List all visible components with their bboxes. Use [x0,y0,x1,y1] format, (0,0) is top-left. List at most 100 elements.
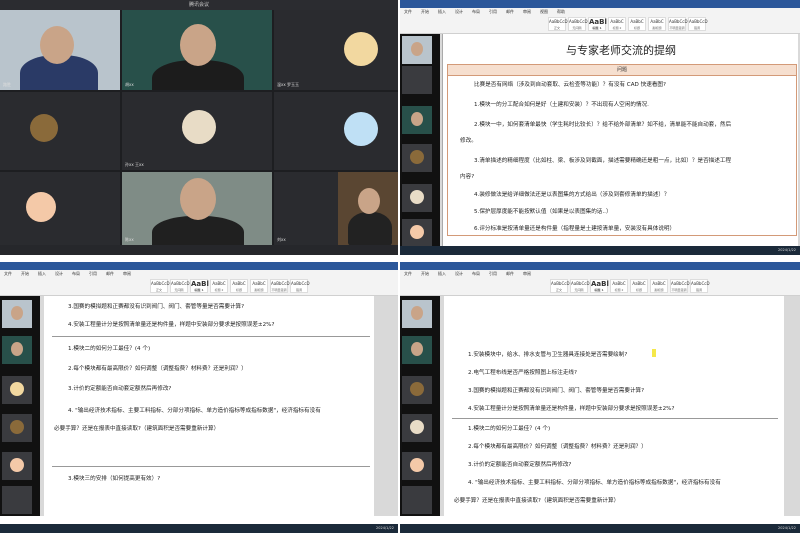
tab-mailings[interactable]: 邮件 [506,271,514,276]
video-thumb[interactable] [2,486,32,514]
video-thumb[interactable] [402,219,432,246]
style-no-spacing[interactable]: AaBbCcD 无间隔 [568,17,588,31]
video-thumb[interactable] [402,106,432,134]
meeting-video-strip [0,296,40,516]
tab-home[interactable]: 开始 [421,9,429,14]
style-subtle-emphasis[interactable]: AaBbCcD 不明显强调 [270,279,290,293]
video-tile[interactable]: 刘xx [274,172,398,245]
tab-home[interactable]: 开始 [421,271,429,276]
style-emphasis[interactable]: AaBbCcD 强调 [690,279,710,293]
video-tile[interactable]: 胡xx [122,10,272,90]
video-tile[interactable] [274,92,398,170]
tab-help[interactable]: 帮助 [557,9,565,14]
avatar [410,458,424,472]
tab-mailings[interactable]: 邮件 [506,9,514,14]
word-window-2: 文件 开始 插入 设计 布局 引用 邮件 审阅 AaBbCcD 正文 AaBbCcD 无间隔 Aa… [0,262,398,533]
style-no-spacing[interactable]: AaBbCcD 无间隔 [170,279,190,293]
video-thumb[interactable] [2,376,32,404]
video-thumb[interactable] [402,486,432,514]
style-subtle-emphasis[interactable]: AaBbCcD 不明显强调 [668,17,688,31]
tab-file[interactable]: 文件 [404,271,412,276]
style-emphasis[interactable]: AaBbCcD 强调 [290,279,310,293]
question-line: 6.评分标准是按清单量还是构件量（指程量是土建按清单量，安装没有具体说明） [474,226,676,232]
style-label: 正文 [555,288,562,292]
video-thumb[interactable] [402,414,432,442]
tab-references[interactable]: 引用 [89,271,97,276]
taskbar-clock: 2024/1/22 [778,526,796,530]
style-heading2[interactable]: AaBbC 标题 2 [608,17,626,31]
video-tile[interactable]: 温xx 罗玉玉 [274,10,398,90]
video-thumb[interactable] [2,452,32,480]
style-normal[interactable]: AaBbCcD 正文 [548,17,568,31]
video-tile[interactable] [0,172,120,245]
video-thumb[interactable] [2,414,32,442]
meeting-window-title: 腾讯会议 [0,0,398,10]
tab-insert[interactable]: 插入 [438,9,446,14]
video-tile[interactable]: 陈xx [122,172,272,245]
participant-body [348,212,392,245]
tab-layout[interactable]: 布局 [72,271,80,276]
tab-insert[interactable]: 插入 [438,271,446,276]
tab-home[interactable]: 开始 [21,271,29,276]
style-subtitle[interactable]: AaBbC 副标题 [648,17,666,31]
avatar [410,420,424,434]
style-emphasis[interactable]: AaBbCcD 强调 [688,17,708,31]
video-thumb[interactable] [2,300,32,328]
style-heading1[interactable]: AaBl 标题 1 [590,279,609,293]
tab-view[interactable]: 视图 [540,9,548,14]
tab-review[interactable]: 审阅 [523,271,531,276]
participant-face [180,178,216,220]
video-thumb[interactable] [402,66,432,94]
avatar [182,110,216,144]
taskbar: 2024/1/22 [400,246,800,255]
video-thumb[interactable] [402,300,432,328]
video-thumb[interactable] [402,452,432,480]
style-label: 标题 [635,288,642,292]
style-preview: AaBbC [612,281,626,286]
tab-review[interactable]: 审阅 [523,9,531,14]
style-subtle-emphasis[interactable]: AaBbCcD 不明显强调 [670,279,690,293]
style-title[interactable]: AaBbC 标题 [630,279,648,293]
tab-file[interactable]: 文件 [404,9,412,14]
style-title[interactable]: AaBbC 标题 [628,17,646,31]
tab-review[interactable]: 审阅 [123,271,131,276]
styles-gallery: AaBbCcD 正文 AaBbCcD 无间隔 AaBl 标题 1 AaBbC 标题 2 … [150,279,310,293]
style-label: 不明显强调 [671,288,687,292]
tab-layout[interactable]: 布局 [472,9,480,14]
tab-layout[interactable]: 布局 [472,271,480,276]
style-normal[interactable]: AaBbCcD 正文 [550,279,570,293]
tab-references[interactable]: 引用 [489,9,497,14]
video-tile[interactable]: 路胜 [0,10,120,90]
video-tile[interactable]: 孙xx 王xx [122,92,272,170]
style-no-spacing[interactable]: AaBbCcD 无间隔 [570,279,590,293]
video-thumb[interactable] [402,376,432,404]
video-thumb[interactable] [2,336,32,364]
document-page[interactable]: 1.安装模块中，给水、排水支管与卫生器具连接处是否需要绘制? 2.电气工程布线是… [444,296,784,516]
tab-design[interactable]: 设计 [55,271,63,276]
style-heading2[interactable]: AaBbC 标题 2 [210,279,228,293]
style-preview: AaBbCcD [271,281,290,286]
tab-design[interactable]: 设计 [455,9,463,14]
tab-mailings[interactable]: 邮件 [106,271,114,276]
avatar [410,150,424,164]
video-thumb[interactable] [402,144,432,172]
style-heading1[interactable]: AaBl 标题 1 [588,17,607,31]
video-thumb[interactable] [402,36,432,64]
tab-insert[interactable]: 插入 [38,271,46,276]
style-subtitle[interactable]: AaBbC 副标题 [650,279,668,293]
style-heading1[interactable]: AaBl 标题 1 [190,279,209,293]
style-title[interactable]: AaBbC 标题 [230,279,248,293]
tab-file[interactable]: 文件 [4,271,12,276]
style-normal[interactable]: AaBbCcD 正文 [150,279,170,293]
video-tile[interactable] [0,92,120,170]
document-page[interactable]: 与专家老师交流的提纲 问题 比赛是否有网络（涉及到自动套取、云检查等功能）？有没… [442,34,798,246]
video-thumb[interactable] [402,184,432,212]
style-preview: AaBbCcD [291,281,310,286]
tab-references[interactable]: 引用 [489,271,497,276]
style-heading2[interactable]: AaBbC 标题 2 [610,279,628,293]
style-subtitle[interactable]: AaBbC 副标题 [250,279,268,293]
tab-design[interactable]: 设计 [455,271,463,276]
document-page[interactable]: 3.国赛的模拟题和正赛都没有识到阀门、阀门、套管等量是否需要计算? 4.安装工程… [44,296,374,516]
style-preview: AaBbC [610,19,624,24]
video-thumb[interactable] [402,336,432,364]
